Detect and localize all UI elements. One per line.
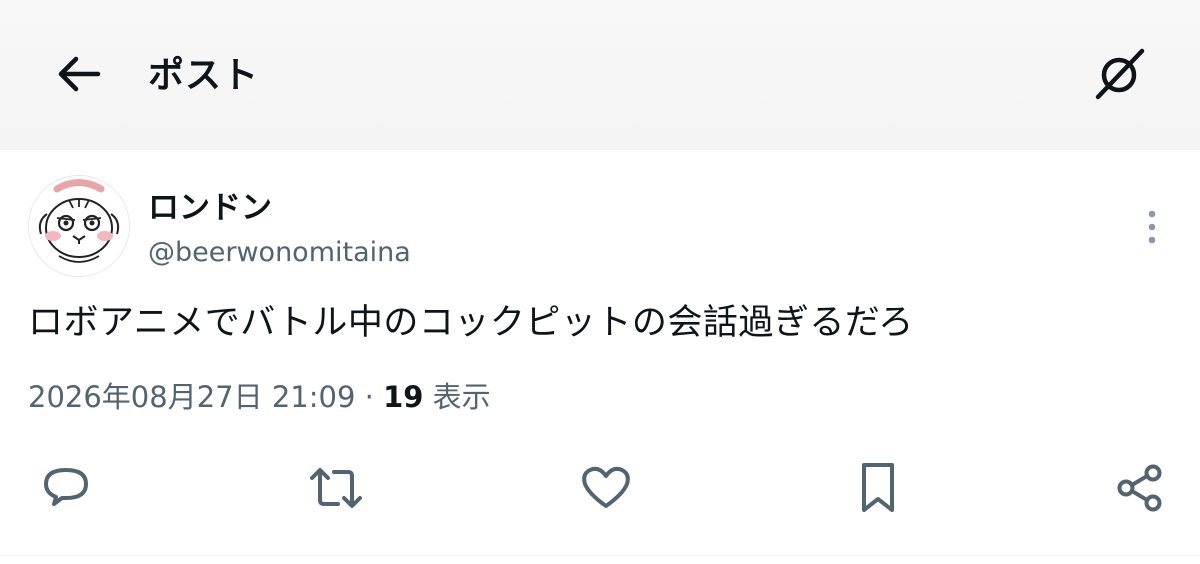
avatar-image [29, 176, 129, 276]
back-button[interactable] [52, 48, 104, 100]
reply-icon [44, 468, 88, 506]
meta-separator: · [364, 380, 374, 414]
post-text: ロボアニメでバトル中のコックピットの会話過ぎるだろ [28, 303, 914, 343]
bookmark-button[interactable] [848, 458, 908, 518]
divider [0, 555, 1200, 556]
author-display-name[interactable]: ロンドン [148, 182, 272, 227]
repost-button[interactable] [306, 458, 366, 518]
views-count: 19 [383, 380, 424, 414]
more-options-button[interactable] [1136, 205, 1168, 249]
header-bar: ポスト [0, 0, 1200, 150]
more-vertical-icon [1148, 210, 1156, 244]
heart-icon [582, 466, 630, 508]
bookmark-icon [862, 463, 894, 512]
arrow-left-icon [58, 56, 101, 92]
share-button[interactable] [1110, 458, 1170, 518]
avatar[interactable] [28, 175, 130, 277]
grok-icon [1095, 48, 1145, 100]
page-title: ポスト [148, 55, 260, 96]
grok-button[interactable] [1090, 44, 1150, 104]
post-detail-page: ポスト ロンドン @beerwonomitaina ロボアニメでバトル中のコック… [0, 0, 1200, 564]
views-label: 表示 [432, 380, 491, 414]
share-icon [1117, 464, 1162, 512]
repost-icon [310, 468, 362, 508]
author-handle[interactable]: @beerwonomitaina [148, 237, 411, 268]
reply-button[interactable] [36, 458, 96, 518]
post-meta: 2026年08月27日 21:09 · 19 表示 [28, 374, 491, 416]
post-timestamp[interactable]: 2026年08月27日 21:09 [28, 380, 355, 414]
like-button[interactable] [576, 458, 636, 518]
